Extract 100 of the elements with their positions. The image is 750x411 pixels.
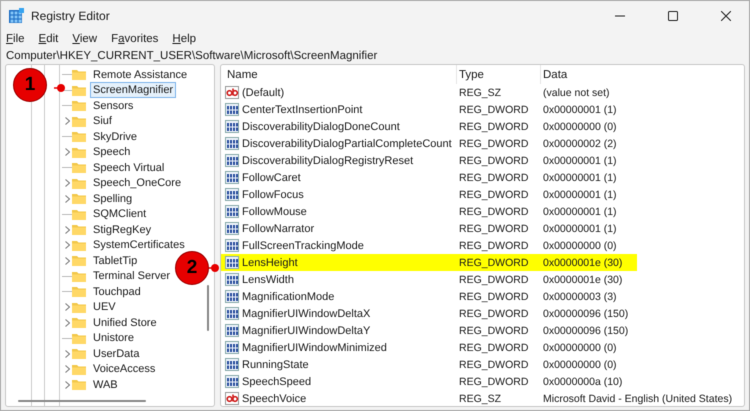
value-row[interactable]: FollowNarrator REG_DWORD 0x00000001 (1) [221,220,744,237]
value-name: (Default) [242,86,284,98]
tree-item[interactable]: Unified Store [90,314,160,331]
scrollbar-thumb[interactable] [18,400,146,402]
tree-item[interactable]: SQMClient [90,206,150,222]
value-data: 0x00000001 (1) [542,222,618,234]
folder-icon [72,69,86,80]
folder-icon [72,286,86,298]
folder-icon [72,348,86,360]
value-data: Microsoft David - English (United States) [542,392,734,404]
tree-item[interactable]: WAB [90,376,121,393]
value-data: 0x00000000 (0) [542,358,618,370]
value-name: MagnificationMode [242,290,334,302]
value-row[interactable]: FollowMouse REG_DWORD 0x00000001 (1) [221,203,744,220]
value-data: 0x00000001 (1) [542,104,618,116]
folder-icon [72,116,86,127]
value-name: LensHeight [242,256,298,268]
binary-value-icon [225,324,239,337]
value-row[interactable]: DiscoverabilityDialogRegistryReset REG_DWORD 0x00000001 (1) [221,152,744,169]
binary-value-icon [225,358,239,371]
tree-item[interactable]: Speech Virtual [90,160,168,176]
value-type: REG_DWORD [458,308,530,320]
value-type: REG_DWORD [458,240,530,252]
value-type: REG_DWORD [458,172,530,184]
menu-item[interactable]: Favorites [111,32,158,44]
binary-value-icon [225,273,239,286]
tree-item[interactable]: Speech [90,144,134,160]
value-name: FollowMouse [242,206,307,218]
value-data: 0x00000002 (2) [542,138,618,150]
value-row[interactable]: RunningState REG_DWORD 0x00000000 (0) [221,356,744,373]
value-data: 0x00000001 (1) [542,206,618,218]
folder-icon [72,379,86,390]
value-name: SpeechVoice [242,392,306,404]
value-row[interactable]: FullScreenTrackingMode REG_DWORD 0x00000000 (0) [221,237,744,254]
value-row[interactable]: DiscoverabilityDialogDoneCount REG_DWORD 0x00000000 (0) [221,118,744,135]
folder-icon [72,302,86,313]
folder-icon [72,178,86,189]
value-name: DiscoverabilityDialogRegistryReset [242,154,414,166]
value-row[interactable]: LensWidth REG_DWORD 0x0000001e (30) [221,271,744,288]
value-row[interactable]: (Default) REG_SZ (value not set) [221,84,744,101]
binary-value-icon [225,239,239,252]
address-bar[interactable]: Computer\HKEY_CURRENT_USER\Software\Microsoft\ScreenMagnifier [4,47,749,64]
menu-item[interactable]: View [72,32,98,44]
value-name: FullScreenTrackingMode [242,240,364,252]
binary-value-icon [225,188,239,201]
value-data: 0x00000096 (150) [542,324,630,336]
value-row[interactable]: MagnificationMode REG_DWORD 0x00000003 (3) [221,288,744,305]
value-row[interactable]: CenterTextInsertionPoint REG_DWORD 0x00000001 (1) [221,101,744,118]
tree-item[interactable]: SystemCertificates [90,237,188,254]
tree-item[interactable]: ScreenMagnifier [90,82,176,98]
tree-item[interactable]: Siuf [90,113,115,130]
binary-value-icon [225,154,239,167]
value-name: DiscoverabilityDialogDoneCount [242,120,400,132]
value-row[interactable]: MagnifierUIWindowDeltaX REG_DWORD 0x00000096 (150) [221,305,744,322]
tree-item[interactable]: StigRegKey [90,222,154,238]
tree-item[interactable]: UserData [90,346,142,362]
value-type: REG_DWORD [458,154,530,166]
binary-value-icon [225,375,239,388]
maximize-icon [668,10,678,20]
tree-item[interactable]: SkyDrive [90,128,140,145]
tree-item[interactable]: UEV [90,299,119,316]
binary-value-icon [225,341,239,354]
value-row[interactable]: FollowFocus REG_DWORD 0x00000001 (1) [221,186,744,203]
value-row[interactable]: FollowCaret REG_DWORD 0x00000001 (1) [221,169,744,186]
value-name: MagnifierUIWindowMinimized [242,342,387,354]
menu-item[interactable]: Edit [38,32,58,44]
value-type: REG_DWORD [458,376,530,388]
tree-item[interactable]: Speech_OneCore [90,175,184,192]
tree-item[interactable]: VoiceAccess [90,361,158,378]
value-type: REG_DWORD [458,120,530,132]
binary-value-icon [225,120,239,133]
tree-item[interactable]: Touchpad [90,284,144,300]
column-header[interactable]: Name [225,65,457,84]
folder-icon [72,131,86,142]
close-icon [721,10,731,20]
scrollbar-thumb[interactable] [207,285,209,331]
value-row[interactable]: SpeechSpeed REG_DWORD 0x0000000a (10) [221,373,744,390]
value-type: REG_SZ [458,86,502,98]
value-name: DiscoverabilityDialogPartialCompleteCount [242,138,452,150]
tree-item[interactable]: Remote Assistance [90,66,190,83]
value-type: REG_DWORD [458,206,530,218]
tree-item[interactable]: Spelling [90,190,136,207]
tree-item[interactable]: Unistore [90,330,137,346]
window-title: Registry Editor [31,8,111,22]
menu-item[interactable]: Help [172,32,196,44]
value-row[interactable]: DiscoverabilityDialogPartialCompleteCount REG_DWORD 0x00000002 (2) [221,135,744,152]
value-row[interactable]: MagnifierUIWindowDeltaY REG_DWORD 0x00000096 (150) [221,322,744,339]
column-header[interactable]: Data [541,65,744,84]
folder-icon [72,208,86,220]
value-data: 0x0000001e (30) [542,256,624,268]
tree-item[interactable]: Sensors [90,98,136,114]
tree-item[interactable]: Terminal Server [90,268,174,284]
menu-item[interactable]: File [6,32,25,44]
value-name: FollowNarrator [242,222,314,234]
tree-item[interactable]: TabletTip [90,252,140,269]
value-row[interactable]: MagnifierUIWindowMinimized REG_DWORD 0x00000000 (0) [221,339,744,356]
value-name: MagnifierUIWindowDeltaX [242,308,370,320]
value-name: SpeechSpeed [242,376,312,388]
column-header[interactable]: Type [457,65,541,84]
value-row[interactable]: SpeechVoice REG_SZ Microsoft David - English (United States) [221,390,744,406]
